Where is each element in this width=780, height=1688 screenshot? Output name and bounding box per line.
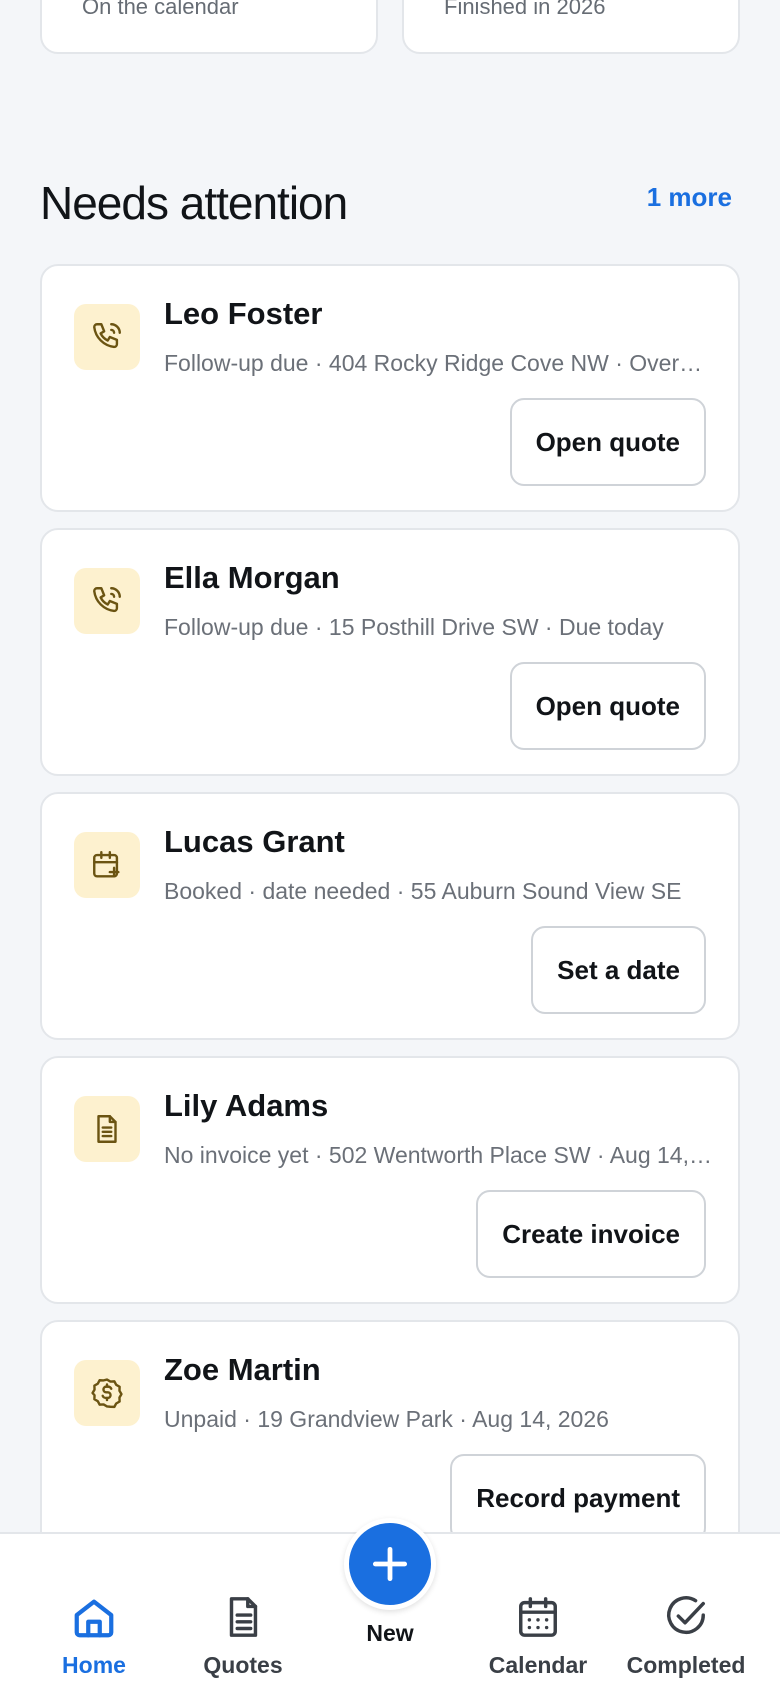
plus-icon bbox=[372, 1546, 408, 1582]
item-details: No invoice yet · 502 Wentworth Place SW … bbox=[164, 1142, 714, 1168]
nav-completed-label: Completed bbox=[626, 1652, 746, 1678]
check-circle-icon bbox=[667, 1596, 705, 1635]
new-button-label: New bbox=[366, 1620, 414, 1646]
home-icon bbox=[74, 1599, 114, 1638]
phone-icon bbox=[74, 568, 140, 634]
phone-icon bbox=[74, 304, 140, 370]
item-details: Follow-up due · 404 Rocky Ridge Cove NW … bbox=[164, 350, 714, 376]
stat-card-scheduled[interactable]: On the calendar bbox=[40, 0, 378, 54]
calendar-icon bbox=[519, 1597, 557, 1637]
attention-card: Lily Adams No invoice yet · 502 Wentwort… bbox=[40, 1056, 740, 1304]
nav-calendar-label: Calendar bbox=[488, 1652, 588, 1678]
calendar-plus-icon bbox=[74, 832, 140, 898]
more-link[interactable]: 1 more bbox=[647, 182, 732, 213]
dollar-icon bbox=[74, 1360, 140, 1426]
stat-card-subtitle: Finished in 2026 bbox=[444, 0, 606, 19]
record-payment-button[interactable]: Record payment bbox=[450, 1454, 706, 1542]
attention-card: Ella Morgan Follow-up due · 15 Posthill … bbox=[40, 528, 740, 776]
open-quote-button[interactable]: Open quote bbox=[509, 662, 706, 750]
item-details: Booked · date needed · 55 Auburn Sound V… bbox=[164, 878, 682, 904]
customer-name: Lucas Grant bbox=[164, 824, 345, 859]
customer-name: Zoe Martin bbox=[164, 1352, 321, 1387]
customer-name: Lily Adams bbox=[164, 1088, 329, 1123]
attention-card: Lucas Grant Booked · date needed · 55 Au… bbox=[40, 792, 740, 1040]
new-button[interactable] bbox=[344, 1518, 436, 1610]
open-quote-button[interactable]: Open quote bbox=[509, 398, 706, 486]
customer-name: Ella Morgan bbox=[164, 560, 340, 595]
nav-calendar[interactable]: Calendar bbox=[463, 1534, 613, 1688]
nav-home[interactable]: Home bbox=[19, 1534, 169, 1688]
section-title: Needs attention bbox=[40, 177, 348, 229]
item-details: Follow-up due · 15 Posthill Drive SW · D… bbox=[164, 614, 664, 640]
nav-completed[interactable]: Completed bbox=[611, 1534, 761, 1688]
item-details: Unpaid · 19 Grandview Park · Aug 14, 202… bbox=[164, 1406, 609, 1432]
stat-card-subtitle: On the calendar bbox=[82, 0, 239, 19]
attention-card: Leo Foster Follow-up due · 404 Rocky Rid… bbox=[40, 264, 740, 512]
create-invoice-button[interactable]: Create invoice bbox=[476, 1190, 706, 1278]
nav-quotes-label: Quotes bbox=[203, 1652, 283, 1678]
nav-quotes[interactable]: Quotes bbox=[168, 1534, 318, 1688]
customer-name: Leo Foster bbox=[164, 296, 323, 331]
stat-card-completed[interactable]: Finished in 2026 bbox=[402, 0, 740, 54]
nav-home-label: Home bbox=[62, 1652, 126, 1678]
set-date-button[interactable]: Set a date bbox=[531, 926, 706, 1014]
document-icon bbox=[229, 1597, 258, 1637]
home-screen: On the calendar Finished in 2026 Needs a… bbox=[0, 0, 780, 1688]
document-icon bbox=[74, 1096, 140, 1162]
